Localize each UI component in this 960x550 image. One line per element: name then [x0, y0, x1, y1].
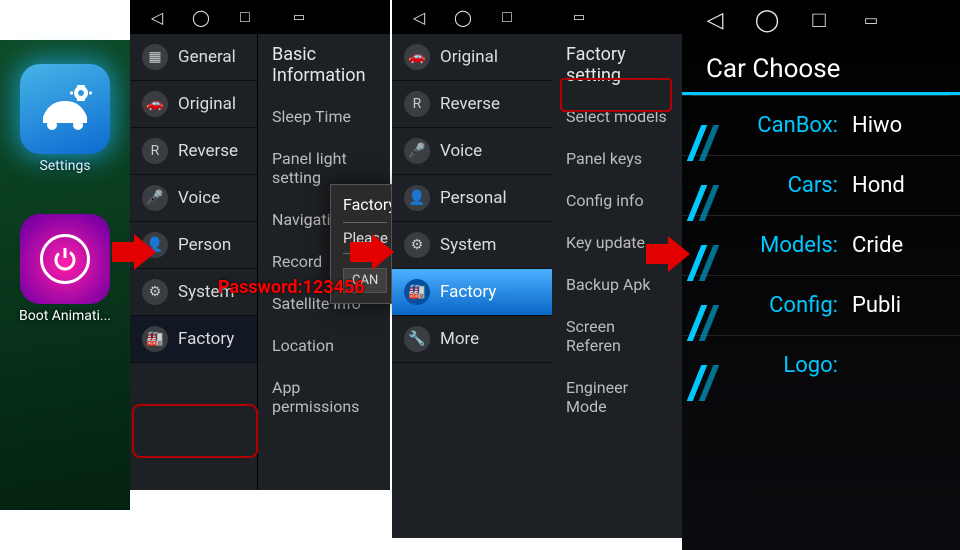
menu-label: More: [440, 329, 479, 349]
field-key: Config:: [682, 293, 842, 318]
recent-icon[interactable]: □: [236, 8, 254, 26]
back-icon[interactable]: ◁: [410, 8, 428, 26]
field-config[interactable]: Config: Publi: [682, 275, 960, 335]
gear-icon: ⚙: [142, 279, 168, 305]
field-key: Models:: [682, 233, 842, 258]
field-key: Cars:: [682, 173, 842, 198]
android-navbar: ▭: [552, 0, 682, 34]
menu-item-system[interactable]: ⚙ System: [392, 222, 552, 269]
field-val: Cride: [842, 233, 903, 258]
factory-icon: 🏭: [404, 279, 430, 305]
menu-item-factory[interactable]: 🏭 Factory: [392, 269, 552, 316]
arrow-3: [646, 236, 690, 272]
field-key: CanBox:: [682, 113, 842, 138]
wrench-icon: 🔧: [404, 326, 430, 352]
letter-r-icon: R: [404, 91, 430, 117]
detail-app-perms[interactable]: App permissions: [258, 367, 390, 428]
menu-label: Factory: [178, 329, 234, 349]
password-overlay-text: Password:123456: [218, 277, 365, 298]
gallery-icon[interactable]: ▭: [290, 8, 308, 26]
menu-label: Factory: [440, 282, 496, 302]
menu-label: Personal: [440, 188, 507, 208]
field-logo[interactable]: Logo:: [682, 335, 960, 395]
boot-animation-app-label: Boot Animati...: [0, 308, 130, 324]
recent-icon[interactable]: □: [498, 8, 516, 26]
menu-item-reverse[interactable]: R Reverse: [130, 128, 257, 175]
grid-icon: ▦: [142, 44, 168, 70]
menu-label: Reverse: [440, 94, 500, 114]
field-key: Logo:: [682, 353, 842, 378]
car-icon: 🚗: [404, 44, 430, 70]
car-choose-title: Car Choose: [682, 40, 960, 95]
gear-icon: ⚙: [404, 232, 430, 258]
dialog-title: Factory: [343, 195, 387, 214]
car-icon: 🚗: [142, 91, 168, 117]
menu-item-general[interactable]: ▦ General: [130, 34, 257, 81]
menu-item-personal[interactable]: 👤 Personal: [392, 175, 552, 222]
gallery-icon[interactable]: ▭: [862, 11, 880, 29]
menu-item-voice[interactable]: 🎤 Voice: [130, 175, 257, 222]
boot-animation-app-icon[interactable]: [20, 214, 110, 304]
home-column: Settings Boot Animati...: [0, 40, 130, 510]
menu-label: Original: [178, 94, 236, 114]
back-icon[interactable]: ◁: [148, 8, 166, 26]
settings-app-label: Settings: [0, 158, 130, 174]
field-val: Hond: [842, 173, 905, 198]
detail-sleep-time[interactable]: Sleep Time: [258, 96, 390, 138]
letter-r-icon: R: [142, 138, 168, 164]
menu-item-original[interactable]: 🚗 Original: [392, 34, 552, 81]
arrow-1: [112, 234, 156, 270]
item-panel-keys[interactable]: Panel keys: [552, 138, 682, 180]
menu-item-reverse[interactable]: R Reverse: [392, 81, 552, 128]
menu-label: Original: [440, 47, 498, 67]
field-models[interactable]: Models: Cride: [682, 215, 960, 275]
detail-location[interactable]: Location: [258, 325, 390, 367]
factory-setting-header: Factory setting: [552, 34, 682, 96]
field-canbox[interactable]: CanBox: Hiwo: [682, 95, 960, 155]
item-screen-reference[interactable]: Screen Referen: [552, 306, 682, 367]
item-engineer-mode[interactable]: Engineer Mode: [552, 367, 682, 428]
gallery-icon[interactable]: ▭: [570, 8, 588, 26]
field-val: Publi: [842, 293, 901, 318]
field-cars[interactable]: Cars: Hond: [682, 155, 960, 215]
menu-item-factory[interactable]: 🏭 Factory: [130, 316, 257, 363]
android-navbar: ◁ ◯ □ ▭: [130, 0, 390, 34]
mic-icon: 🎤: [142, 185, 168, 211]
car-gear-icon: [37, 81, 93, 137]
menu-label: System: [440, 235, 496, 255]
detail-header: Basic Information: [258, 34, 390, 96]
car-choose-screen: ◁ ◯ □ ▭ Car Choose CanBox: Hiwo Cars: Ho…: [682, 0, 960, 550]
stage3-container: ◁ ◯ □ 🚗 Original R Reverse 🎤 Voice 👤 Persona…: [392, 0, 552, 538]
factory-icon: 🏭: [142, 326, 168, 352]
menu-item-more[interactable]: 🔧 More: [392, 316, 552, 363]
back-icon[interactable]: ◁: [706, 11, 724, 29]
stage3-menu: 🚗 Original R Reverse 🎤 Voice 👤 Personal ⚙ Sys…: [392, 34, 552, 363]
item-select-models[interactable]: Select models: [552, 96, 682, 138]
menu-label: Voice: [440, 141, 482, 161]
android-navbar: ◁ ◯ □: [392, 0, 552, 34]
android-navbar: ◁ ◯ □ ▭: [682, 0, 960, 40]
menu-label: General: [178, 47, 236, 67]
home-icon[interactable]: ◯: [192, 8, 210, 26]
recent-icon[interactable]: □: [810, 11, 828, 29]
settings-app-icon[interactable]: [20, 64, 110, 154]
power-icon: [40, 234, 90, 284]
menu-label: Voice: [178, 188, 220, 208]
menu-item-voice[interactable]: 🎤 Voice: [392, 128, 552, 175]
arrow-2: [350, 234, 394, 270]
field-val: Hiwo: [842, 113, 902, 138]
person-icon: 👤: [404, 185, 430, 211]
home-icon[interactable]: ◯: [454, 8, 472, 26]
menu-item-original[interactable]: 🚗 Original: [130, 81, 257, 128]
menu-label: Person: [178, 235, 231, 255]
home-icon[interactable]: ◯: [758, 11, 776, 29]
item-config-info[interactable]: Config info: [552, 180, 682, 222]
mic-icon: 🎤: [404, 138, 430, 164]
menu-label: Reverse: [178, 141, 238, 161]
